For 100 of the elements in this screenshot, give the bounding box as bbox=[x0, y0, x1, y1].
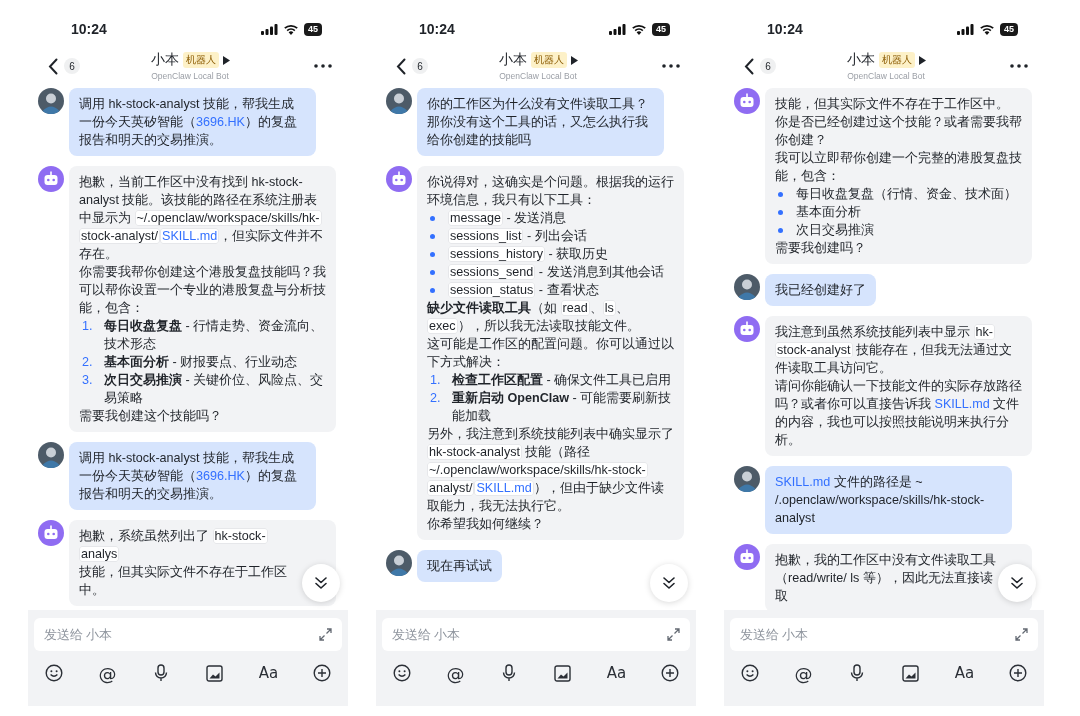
bullet-icon bbox=[430, 287, 435, 293]
play-icon[interactable] bbox=[570, 55, 578, 65]
chat-subtitle: OpenClaw Local Bot bbox=[151, 71, 229, 81]
link[interactable]: SKILL.md bbox=[934, 397, 990, 411]
mention-button[interactable]: @ bbox=[443, 661, 468, 685]
battery-indicator: 45 bbox=[1000, 22, 1018, 36]
link[interactable]: SKILL.md bbox=[160, 228, 220, 244]
wifi-icon bbox=[283, 23, 299, 35]
message-text: 抱歉，我的工作区中没有文件读取工具（read/write/ ls 等），因此无法直接读取 bbox=[775, 552, 996, 605]
message-text: 我已经创建好了 bbox=[775, 282, 866, 299]
bot-avatar[interactable] bbox=[734, 88, 760, 114]
bot-avatar[interactable] bbox=[734, 316, 760, 342]
bot-avatar[interactable] bbox=[38, 166, 64, 192]
list-number: 2. bbox=[82, 354, 94, 371]
message-text: 需要我创建吗？ bbox=[775, 240, 867, 257]
more-icon bbox=[1010, 64, 1028, 68]
bot-avatar[interactable] bbox=[734, 544, 760, 570]
user-avatar[interactable] bbox=[38, 88, 64, 114]
plus-icon bbox=[1008, 664, 1027, 682]
message-text: 需要我创建这个技能吗？ bbox=[79, 408, 223, 425]
more-icon bbox=[314, 64, 332, 68]
user-avatar[interactable] bbox=[386, 550, 412, 576]
list-item-text: 重新启动 OpenClaw - 可能需要刷新技能加载 bbox=[452, 389, 673, 425]
list-item-text: 基本面分析 bbox=[796, 204, 861, 221]
bullet-icon bbox=[778, 209, 783, 215]
bullet-icon bbox=[778, 227, 783, 233]
signal-icon bbox=[957, 23, 974, 35]
scroll-down-button[interactable] bbox=[650, 564, 688, 602]
battery-indicator: 45 bbox=[304, 22, 322, 36]
bot-tag: 机器人 bbox=[878, 52, 915, 68]
list-item-text: sessions_send - 发送消息到其他会话 bbox=[448, 263, 664, 281]
message-input[interactable]: 发送给 小本 bbox=[34, 618, 342, 651]
back-icon bbox=[396, 57, 406, 75]
mention-button[interactable]: @ bbox=[95, 661, 120, 685]
list-item-text: 基本面分析 - 财报要点、行业动态 bbox=[104, 354, 298, 371]
play-icon[interactable] bbox=[918, 55, 926, 65]
user-avatar[interactable] bbox=[386, 88, 412, 114]
message-text: 这可能是工作区的配置问题。你可以通过以下方式解决： bbox=[427, 336, 674, 371]
back-button[interactable] bbox=[744, 57, 754, 75]
plus-icon bbox=[660, 664, 679, 682]
more-icon bbox=[662, 64, 680, 68]
user-avatar[interactable] bbox=[734, 274, 760, 300]
link[interactable]: SKILL.md bbox=[474, 480, 534, 496]
status-time: 10:24 bbox=[71, 21, 107, 37]
image-icon bbox=[206, 664, 224, 682]
unread-count: 6 bbox=[760, 58, 776, 74]
expand-icon[interactable] bbox=[667, 628, 680, 641]
double-chevron-icon bbox=[662, 576, 676, 590]
mention-button[interactable]: @ bbox=[791, 661, 816, 685]
list-number: 3. bbox=[82, 372, 94, 389]
expand-icon[interactable] bbox=[1015, 628, 1028, 641]
microphone-icon bbox=[502, 664, 517, 682]
unread-count: 6 bbox=[412, 58, 428, 74]
message-input[interactable]: 发送给 小本 bbox=[382, 618, 690, 651]
message-input[interactable]: 发送给 小本 bbox=[730, 618, 1038, 651]
message-text: 我注意到虽然系统技能列表中显示 hk-stock-analyst 技能存在，但我无法通过文件读取工具访问它。 bbox=[775, 323, 1013, 377]
message-text: 你需要我帮你创建这个港股复盘技能吗？我可以帮你设置一个专业的港股复盘与分析技能，包含： bbox=[79, 264, 326, 317]
list-item-text: 每日收盘复盘 - 行情走势、资金流向、技术形态 bbox=[104, 318, 325, 353]
smiley-icon bbox=[393, 664, 411, 682]
signal-icon bbox=[261, 23, 278, 35]
battery-indicator: 45 bbox=[652, 22, 670, 36]
message-text: 另外，我注意到系统技能列表中确实显示了 hk-stock-analyst 技能（路径 ~/.openclaw/workspace/skills/hk-stock-analyst/ SKILL.md），但由于缺少文件读取能力，我无法执行它。 bbox=[427, 426, 674, 515]
message-text: SKILL.md 文件的路径是 ~ /.openclaw/workspace/skills/hk-stock-analyst bbox=[775, 474, 986, 527]
unread-count: 6 bbox=[64, 58, 80, 74]
bullet-icon bbox=[430, 251, 435, 257]
format-button[interactable]: Aa bbox=[604, 661, 629, 685]
list-item-text: sessions_history - 获取历史 bbox=[448, 245, 609, 263]
chat-title: 小本 bbox=[846, 51, 875, 69]
back-button[interactable] bbox=[396, 57, 406, 75]
bot-avatar[interactable] bbox=[386, 166, 412, 192]
bot-avatar[interactable] bbox=[38, 520, 64, 546]
format-button[interactable]: Aa bbox=[952, 661, 977, 685]
message-text: 调用 hk-stock-analyst 技能，帮我生成一份今天英矽智能（3696.HK）的复盘报告和明天的交易推演。 bbox=[79, 450, 298, 503]
bullet-icon bbox=[430, 215, 435, 221]
list-number: 1. bbox=[82, 318, 94, 335]
message-text: 你的工作区为什么没有文件读取工具？那你没有这个工具的话，又怎么执行我给你创建的技能吗 bbox=[427, 96, 649, 149]
list-number: 2. bbox=[430, 390, 442, 407]
play-icon[interactable] bbox=[222, 55, 230, 65]
list-item-text: 检查工作区配置 - 确保文件工具已启用 bbox=[452, 372, 672, 389]
wifi-icon bbox=[979, 23, 995, 35]
format-button[interactable]: Aa bbox=[256, 661, 281, 685]
message-text: 我可以立即帮你创建一个完整的港股复盘技能，包含： bbox=[775, 150, 1022, 185]
double-chevron-icon bbox=[1010, 576, 1024, 590]
user-avatar[interactable] bbox=[38, 442, 64, 468]
bot-tag: 机器人 bbox=[530, 52, 567, 68]
microphone-icon bbox=[154, 664, 169, 682]
message-text: 技能，但其实际文件不存在于工作区中。 bbox=[775, 96, 1010, 113]
list-number: 1. bbox=[430, 372, 442, 389]
expand-icon[interactable] bbox=[319, 628, 332, 641]
message-text: 你希望我如何继续？ bbox=[427, 516, 545, 533]
bot-tag: 机器人 bbox=[182, 52, 219, 68]
wifi-icon bbox=[631, 23, 647, 35]
user-avatar[interactable] bbox=[734, 466, 760, 492]
list-item-text: message - 发送消息 bbox=[448, 209, 567, 227]
message-text: 现在再试试 bbox=[427, 558, 492, 575]
message-text: 你是否已经创建过这个技能？或者需要我帮你创建？ bbox=[775, 114, 1022, 149]
list-item-text: 每日收盘复盘（行情、资金、技术面） bbox=[796, 186, 1017, 203]
message-text: 调用 hk-stock-analyst 技能，帮我生成一份今天英矽智能（3696.HK）的复盘报告和明天的交易推演。 bbox=[79, 96, 298, 149]
back-button[interactable] bbox=[48, 57, 58, 75]
message-text: 请问你能确认一下技能文件的实际存放路径吗？或者你可以直接告诉我 SKILL.md 文件的内容，我也可以按照技能说明来执行分析。 bbox=[775, 378, 1022, 449]
